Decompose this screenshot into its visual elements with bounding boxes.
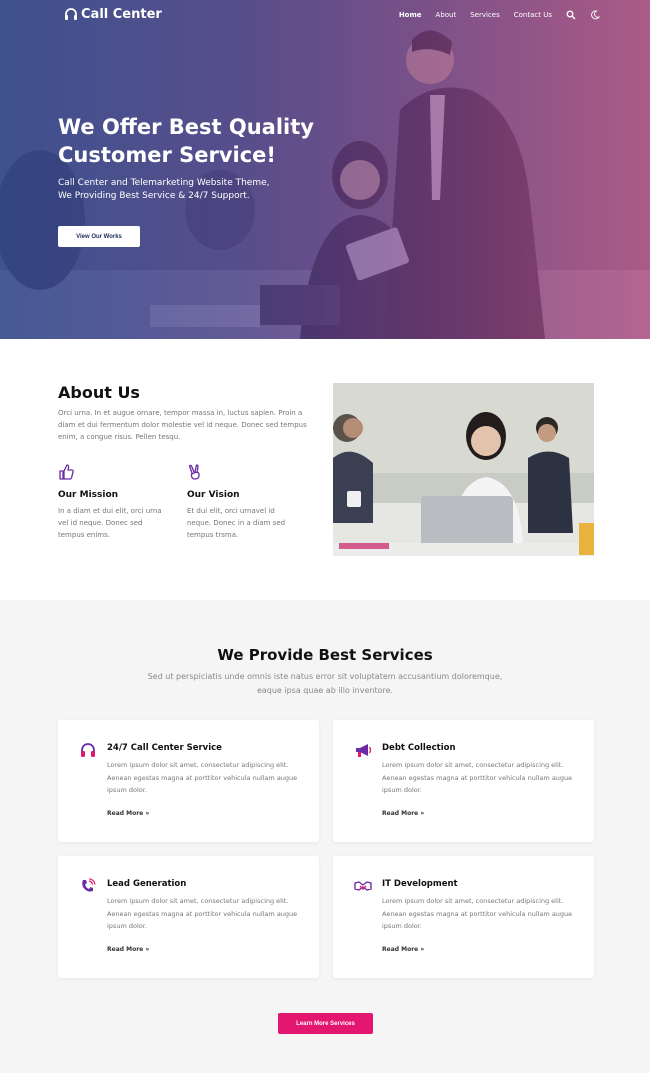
service-card-title: Debt Collection [382, 743, 456, 753]
services-subtitle: Sed ut perspiciatis unde omnis iste natu… [147, 672, 503, 695]
learn-more-services-button[interactable]: Learn More Services [278, 1013, 373, 1034]
moon-icon[interactable] [590, 10, 600, 20]
hero-subtitle: Call Center and Telemarketing Website Th… [58, 177, 318, 203]
main-menu: Home About Services Contact Us [399, 10, 600, 20]
phone-ringing-icon [82, 878, 96, 892]
hero-gradient-overlay [0, 0, 650, 339]
about-photo [333, 383, 594, 556]
victory-hand-icon [188, 464, 200, 480]
mission-feature: Our Mission In a diam et dui elit, orci … [58, 464, 168, 541]
view-our-works-button[interactable]: View Our Works [58, 226, 140, 247]
service-card-title: Lead Generation [107, 879, 187, 889]
service-card[interactable]: Debt Collection Lorem ipsum dolor sit am… [333, 720, 594, 842]
services-section: We Provide Best Services Sed ut perspici… [0, 600, 650, 1073]
services-title: We Provide Best Services [217, 646, 433, 664]
vision-title: Our Vision [187, 490, 240, 500]
hero-subtitle-line-2: We Providing Best Service & 24/7 Support… [58, 191, 250, 201]
service-card-title: IT Development [382, 879, 458, 889]
headset-logo-icon [65, 8, 77, 20]
service-card[interactable]: 24/7 Call Center Service Lorem ipsum dol… [58, 720, 319, 842]
megaphone-icon [356, 744, 372, 757]
service-card-title: 24/7 Call Center Service [107, 743, 222, 753]
vision-feature: Our Vision Et dui elit, orci urnavel id … [187, 464, 297, 541]
nav-contact-link[interactable]: Contact Us [514, 11, 552, 19]
site-logo[interactable]: Call Center [64, 7, 162, 22]
handshake-icon [354, 881, 372, 891]
hero-title: We Offer Best Quality Customer Service! [58, 115, 314, 167]
service-card[interactable]: IT Development Lorem ipsum dolor sit ame… [333, 856, 594, 978]
vision-text: Et dui elit, orci urnavel id neque. Done… [187, 507, 286, 539]
read-more-link[interactable]: Read More » [107, 946, 149, 953]
mission-text: In a diam et dui elit, orci urna vel id … [58, 507, 162, 539]
read-more-link[interactable]: Read More » [107, 810, 149, 817]
read-more-link[interactable]: Read More » [382, 946, 424, 953]
read-more-link[interactable]: Read More » [382, 810, 424, 817]
service-card-text: Lorem ipsum dolor sit amet, consectetur … [382, 897, 573, 930]
nav-about-link[interactable]: About [436, 11, 457, 19]
service-card-text: Lorem ipsum dolor sit amet, consectetur … [382, 761, 573, 794]
headphones-icon [81, 743, 95, 757]
site-logo-text: Call Center [81, 7, 162, 22]
service-card-text: Lorem ipsum dolor sit amet, consectetur … [107, 897, 298, 930]
hero-section: Call Center Home About Services Contact … [0, 0, 650, 339]
about-section: About Us Orci urna. In et augue ornare, … [0, 339, 650, 600]
mission-title: Our Mission [58, 490, 119, 500]
service-card-text: Lorem ipsum dolor sit amet, consectetur … [107, 761, 298, 794]
service-card[interactable]: Lead Generation Lorem ipsum dolor sit am… [58, 856, 319, 978]
about-description: Orci urna. In et augue ornare, tempor ma… [58, 409, 307, 441]
search-icon[interactable] [566, 10, 576, 20]
about-title: About Us [58, 383, 140, 402]
nav-home-link[interactable]: Home [399, 11, 422, 19]
thumbs-up-icon [59, 464, 74, 480]
hero-subtitle-line-1: Call Center and Telemarketing Website Th… [58, 178, 270, 188]
top-navbar: Call Center Home About Services Contact … [0, 0, 650, 30]
nav-services-link[interactable]: Services [470, 11, 500, 19]
